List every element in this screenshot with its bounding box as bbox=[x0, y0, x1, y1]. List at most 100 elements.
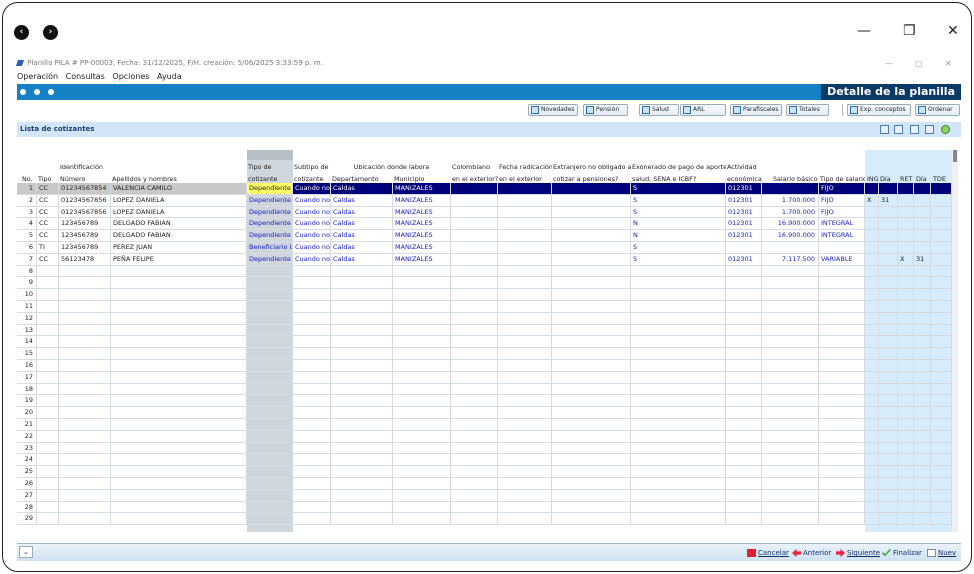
grid-cell[interactable] bbox=[498, 501, 552, 513]
grid-cell[interactable] bbox=[898, 312, 914, 324]
grid-cell[interactable] bbox=[59, 383, 111, 395]
grid-cell[interactable] bbox=[111, 466, 247, 478]
grid-cell[interactable] bbox=[247, 419, 293, 430]
grid-cell[interactable] bbox=[293, 442, 331, 454]
dot-icon[interactable] bbox=[20, 89, 26, 95]
grid-cell[interactable] bbox=[498, 265, 552, 277]
grid-cell[interactable] bbox=[819, 489, 865, 501]
grid-cell[interactable] bbox=[111, 289, 247, 301]
grid-cell[interactable] bbox=[451, 466, 498, 478]
grid-cell[interactable] bbox=[331, 265, 393, 277]
grid-cell[interactable] bbox=[37, 277, 59, 289]
grid-cell[interactable] bbox=[914, 371, 931, 383]
grid-cell[interactable] bbox=[819, 348, 865, 360]
grid-cell[interactable] bbox=[865, 371, 879, 383]
totales-button[interactable]: Totales bbox=[786, 104, 829, 116]
grid-cell[interactable] bbox=[762, 419, 819, 430]
grid-cell[interactable] bbox=[631, 442, 726, 454]
grid-cell[interactable] bbox=[931, 360, 952, 371]
cell-extranjero[interactable] bbox=[552, 183, 631, 194]
grid-cell[interactable] bbox=[898, 277, 914, 289]
cell-ret-dia[interactable] bbox=[914, 230, 931, 242]
cell-municipio[interactable]: MANIZALES bbox=[393, 230, 451, 242]
row-number[interactable]: 3 bbox=[17, 206, 37, 218]
cell-tipo[interactable]: TI bbox=[37, 242, 59, 253]
forward-icon[interactable]: › bbox=[43, 25, 58, 40]
cell-actividad[interactable]: 012301 bbox=[726, 230, 762, 242]
grid-cell[interactable] bbox=[865, 324, 879, 336]
grid-cell[interactable] bbox=[498, 348, 552, 360]
grid-cell[interactable] bbox=[631, 395, 726, 407]
grid-cell[interactable] bbox=[726, 348, 762, 360]
cell-ret-dia[interactable] bbox=[914, 183, 931, 194]
cell-ing[interactable] bbox=[865, 253, 879, 265]
header-fecha-radicacion[interactable]: en el exterior bbox=[498, 175, 552, 183]
cell-ret-dia[interactable] bbox=[914, 194, 931, 206]
cell-tipo-salario[interactable]: FIJO bbox=[819, 206, 865, 218]
cell-subtipo[interactable]: Cuando no a bbox=[293, 206, 331, 218]
grid-cell[interactable] bbox=[111, 336, 247, 348]
grid-cell[interactable] bbox=[931, 466, 952, 478]
grid-cell[interactable] bbox=[293, 360, 331, 371]
grid-cell[interactable] bbox=[451, 407, 498, 419]
grid-cell[interactable] bbox=[552, 277, 631, 289]
grid-cell[interactable] bbox=[293, 513, 331, 525]
cell-tipo-salario[interactable]: INTEGRAL bbox=[819, 218, 865, 230]
grid-cell[interactable] bbox=[931, 371, 952, 383]
grid-cell[interactable] bbox=[631, 324, 726, 336]
grid-cell[interactable] bbox=[451, 395, 498, 407]
grid-cell[interactable] bbox=[37, 301, 59, 312]
grid-cell[interactable] bbox=[819, 277, 865, 289]
grid-cell[interactable] bbox=[111, 442, 247, 454]
grid-cell[interactable] bbox=[293, 419, 331, 430]
grid-cell[interactable] bbox=[931, 383, 952, 395]
grid-cell[interactable] bbox=[393, 454, 451, 466]
cell-actividad[interactable]: 012301 bbox=[726, 206, 762, 218]
grid-cell[interactable] bbox=[931, 407, 952, 419]
grid-cell[interactable] bbox=[631, 478, 726, 489]
grid-cell[interactable] bbox=[451, 513, 498, 525]
dot-icon[interactable] bbox=[34, 89, 40, 95]
grid-cell[interactable] bbox=[931, 301, 952, 312]
cell-actividad[interactable]: 012301 bbox=[726, 194, 762, 206]
grid-cell[interactable] bbox=[726, 442, 762, 454]
grid-cell[interactable] bbox=[865, 501, 879, 513]
grid-cell[interactable] bbox=[865, 348, 879, 360]
cell-colombiano[interactable] bbox=[451, 206, 498, 218]
cell-ing-dia[interactable] bbox=[879, 230, 898, 242]
grid-cell[interactable] bbox=[293, 301, 331, 312]
grid-cell[interactable] bbox=[552, 513, 631, 525]
row-number[interactable]: 23 bbox=[17, 442, 37, 454]
header-subtipo[interactable]: cotizante bbox=[293, 175, 331, 183]
grid-cell[interactable] bbox=[393, 265, 451, 277]
header-identificacion[interactable]: Identificación bbox=[59, 163, 119, 171]
grid-cell[interactable] bbox=[293, 277, 331, 289]
parafiscales-button[interactable]: Parafiscales bbox=[730, 104, 782, 116]
grid-cell[interactable] bbox=[914, 501, 931, 513]
grid-cell[interactable] bbox=[59, 489, 111, 501]
grid-cell[interactable] bbox=[393, 466, 451, 478]
grid-cell[interactable] bbox=[726, 289, 762, 301]
cell-departamento[interactable]: Caldas bbox=[331, 194, 393, 206]
grid-cell[interactable] bbox=[331, 336, 393, 348]
expand-button[interactable]: ⌄ bbox=[19, 546, 33, 558]
table-row[interactable]: 20 bbox=[17, 407, 952, 419]
row-number[interactable]: 1 bbox=[17, 183, 37, 194]
grid-cell[interactable] bbox=[451, 419, 498, 430]
grid-cell[interactable] bbox=[293, 478, 331, 489]
grid-cell[interactable] bbox=[898, 478, 914, 489]
menu-operacion[interactable]: Operación bbox=[17, 72, 58, 81]
menu-opciones[interactable]: Opciones bbox=[112, 72, 149, 81]
row-number[interactable]: 16 bbox=[17, 360, 37, 371]
cell-colombiano[interactable] bbox=[451, 253, 498, 265]
grid-cell[interactable] bbox=[819, 324, 865, 336]
cell-fecha-radicacion[interactable] bbox=[498, 183, 552, 194]
grid-cell[interactable] bbox=[331, 360, 393, 371]
grid-cell[interactable] bbox=[393, 301, 451, 312]
cell-departamento[interactable]: Caldas bbox=[331, 230, 393, 242]
cell-tde[interactable] bbox=[931, 242, 952, 253]
grid-cell[interactable] bbox=[331, 301, 393, 312]
table-row[interactable]: 6TI123456789PEREZ JUANBeneficiario UPCua… bbox=[17, 242, 952, 254]
cell-municipio[interactable]: MANIZALES bbox=[393, 206, 451, 218]
grid-cell[interactable] bbox=[331, 289, 393, 301]
